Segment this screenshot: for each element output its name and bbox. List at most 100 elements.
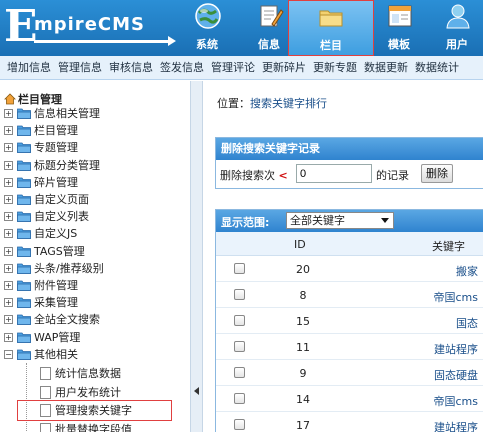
- delete-count-label: 删除搜索次 <: [220, 169, 288, 182]
- table-row: 8 帝国cms: [216, 282, 483, 308]
- folder-icon: [17, 228, 31, 240]
- pane-splitter[interactable]: [190, 81, 203, 432]
- less-than-sign: <: [278, 169, 288, 182]
- expand-icon[interactable]: +: [4, 109, 13, 118]
- row-checkbox[interactable]: [234, 315, 245, 326]
- delete-button[interactable]: 删除: [421, 164, 453, 183]
- tree-child-label: 用户发布统计: [55, 385, 121, 399]
- user-icon: [446, 4, 470, 29]
- expand-icon[interactable]: +: [4, 212, 13, 222]
- folder-icon: [17, 349, 31, 360]
- table-header: ID 关键字: [216, 232, 483, 256]
- quick-link[interactable]: 审核信息: [102, 56, 153, 79]
- row-checkbox[interactable]: [234, 341, 245, 352]
- row-id: 15: [296, 315, 310, 328]
- folder-icon: [17, 142, 31, 154]
- records-suffix: 的记录: [376, 169, 409, 182]
- nav-user[interactable]: 用户: [430, 0, 483, 56]
- quick-link[interactable]: 更新专题: [306, 56, 357, 79]
- row-checkbox[interactable]: [234, 263, 245, 274]
- row-checkbox[interactable]: [234, 367, 245, 378]
- home-icon: [4, 93, 16, 105]
- quick-link[interactable]: 数据统计: [408, 56, 459, 79]
- document-edit-icon: [260, 5, 284, 27]
- breadcrumb-prefix: 位置：: [217, 97, 250, 110]
- collapse-arrow-icon[interactable]: [194, 387, 199, 395]
- logo-text: mpireCMS: [34, 14, 145, 35]
- breadcrumb-link[interactable]: 搜索关键字排行: [250, 97, 327, 110]
- folder-icon: [17, 280, 31, 291]
- row-checkbox[interactable]: [234, 419, 245, 430]
- row-id: 14: [296, 393, 310, 406]
- row-keyword-link[interactable]: 搬家: [396, 263, 478, 279]
- tree-item-label: 全站全文搜索: [34, 313, 100, 327]
- main-content: 位置：搜索关键字排行 删除搜索关键字记录 删除搜索次 < 的记录 删除 显示范围…: [203, 81, 483, 432]
- nav-label: 模板: [388, 38, 410, 51]
- tree-item-label: 碎片管理: [34, 175, 78, 189]
- tree-item-label: 专题管理: [34, 141, 78, 155]
- row-keyword-link[interactable]: 建站程序: [396, 419, 478, 432]
- expand-icon[interactable]: +: [4, 160, 13, 170]
- quick-link[interactable]: 增加信息: [0, 56, 51, 79]
- row-keyword-link[interactable]: 国态: [396, 315, 478, 331]
- column-keyword: 关键字: [432, 240, 465, 253]
- folder-icon: [319, 10, 343, 27]
- tree-item-label: TAGS管理: [34, 244, 85, 258]
- tree-item-label: 自定义列表: [34, 210, 89, 224]
- scope-selected-value: 全部关键字: [290, 214, 345, 227]
- expand-icon[interactable]: +: [4, 229, 13, 239]
- expand-icon[interactable]: +: [4, 298, 13, 308]
- row-checkbox[interactable]: [234, 289, 245, 300]
- quick-link[interactable]: 管理信息: [51, 56, 102, 79]
- globe-icon: [195, 3, 221, 29]
- table-body: 20 搬家 8 帝国cms 15 国态 11 建站程序 9 固态硬盘 14 帝国cms 17 建站程序: [216, 256, 483, 432]
- document-icon: [40, 367, 51, 380]
- chevron-down-icon: [381, 218, 389, 223]
- folder-icon: [17, 177, 31, 188]
- row-keyword-link[interactable]: 固态硬盘: [396, 367, 478, 383]
- row-id: 17: [296, 419, 310, 432]
- expand-icon[interactable]: +: [4, 315, 13, 325]
- empirecms-logo[interactable]: E mpireCMS: [4, 1, 176, 52]
- quick-link[interactable]: 签发信息: [153, 56, 204, 79]
- quick-link[interactable]: 数据更新: [357, 56, 408, 79]
- tree-item-label: 其他相关: [34, 347, 78, 361]
- column-id: ID: [294, 238, 306, 251]
- row-checkbox[interactable]: [234, 393, 245, 404]
- expand-icon[interactable]: +: [4, 332, 13, 342]
- row-keyword-link[interactable]: 帝国cms: [396, 289, 479, 305]
- logo-initial: E: [4, 1, 38, 52]
- tree-item-label: 头条/推荐级别: [34, 261, 104, 275]
- nav-template[interactable]: 模板: [372, 0, 426, 56]
- panel-title: 删除搜索关键字记录: [216, 138, 483, 160]
- row-keyword-link[interactable]: 帝国cms: [396, 393, 479, 409]
- keyword-list-panel: 显示范围: 全部关键字 ID 关键字 20 搬家 8 帝国cms 15 国态 11 建站程序 9…: [215, 209, 483, 432]
- tree-item-label: 信息相关管理: [34, 107, 100, 120]
- expand-icon[interactable]: +: [4, 126, 13, 136]
- nav-column[interactable]: 栏目: [288, 0, 374, 56]
- quick-link[interactable]: 更新碎片: [255, 56, 306, 79]
- nav-label: 栏目: [320, 39, 342, 52]
- logo-arrow: [34, 36, 176, 46]
- collapse-icon[interactable]: −: [4, 349, 13, 359]
- expand-icon[interactable]: +: [4, 177, 13, 187]
- table-row: 14 帝国cms: [216, 386, 483, 412]
- expand-icon[interactable]: +: [4, 246, 13, 256]
- expand-icon[interactable]: +: [4, 143, 13, 153]
- tree-item-label: 自定义JS: [34, 227, 78, 241]
- quick-link[interactable]: 管理评论: [204, 56, 255, 79]
- expand-icon[interactable]: +: [4, 281, 13, 290]
- table-row: 17 建站程序: [216, 412, 483, 432]
- search-count-input[interactable]: [296, 164, 372, 183]
- expand-icon[interactable]: +: [4, 195, 13, 204]
- row-id: 9: [299, 367, 307, 380]
- row-keyword-link[interactable]: 建站程序: [396, 341, 478, 357]
- folder-icon: [17, 211, 31, 223]
- nav-system[interactable]: 系统: [180, 0, 234, 56]
- tree-item-label: 采集管理: [34, 296, 78, 310]
- scope-select[interactable]: 全部关键字: [286, 212, 394, 229]
- nav-label: 用户: [446, 38, 468, 51]
- expand-icon[interactable]: +: [4, 263, 13, 273]
- tree-child-label: 批量替换字段值: [55, 422, 132, 432]
- table-row: 9 固态硬盘: [216, 360, 483, 386]
